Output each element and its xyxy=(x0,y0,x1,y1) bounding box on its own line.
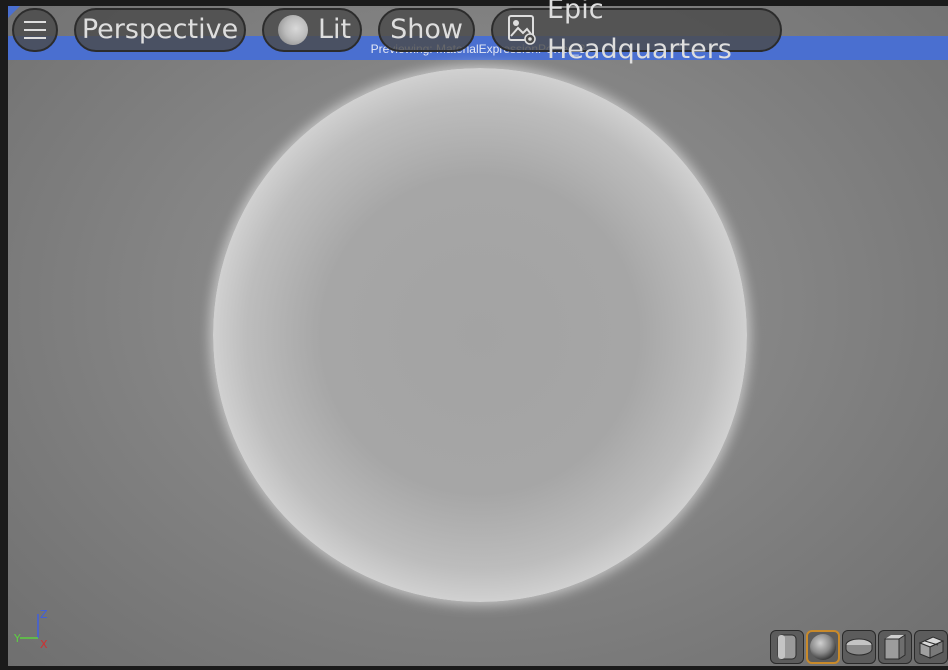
material-preview-viewport[interactable]: Previewing: MaterialExpressionPower_3 Z … xyxy=(8,6,948,666)
y-axis-label: Y xyxy=(13,632,21,645)
preview-sphere-mesh xyxy=(213,68,747,602)
lighting-mode-button[interactable]: Lit xyxy=(262,8,362,52)
cube-icon xyxy=(884,634,906,660)
teapot-mesh-icon xyxy=(918,636,945,659)
plane-icon xyxy=(845,638,873,656)
view-mode-label: Perspective xyxy=(81,14,239,45)
sphere-icon xyxy=(810,634,836,660)
scene-settings-icon xyxy=(507,14,537,46)
mesh-preview-button[interactable] xyxy=(914,630,948,664)
viewport-options-menu-button[interactable] xyxy=(12,8,58,52)
cylinder-icon xyxy=(777,634,797,660)
show-flags-label: Show xyxy=(390,14,463,45)
z-axis-label: Z xyxy=(40,608,48,621)
sphere-preview-button[interactable] xyxy=(806,630,840,664)
x-axis-label: X xyxy=(40,638,48,650)
cylinder-preview-button[interactable] xyxy=(770,630,804,664)
preview-scene-button[interactable]: Epic Headquarters xyxy=(491,0,782,65)
plane-preview-button[interactable] xyxy=(842,630,876,664)
lighting-mode-label: Lit xyxy=(318,14,352,45)
cube-preview-button[interactable] xyxy=(878,630,912,664)
view-mode-button[interactable]: Perspective xyxy=(74,8,246,52)
show-flags-button[interactable]: Show xyxy=(378,8,475,52)
preview-scene-label: Epic Headquarters xyxy=(547,0,732,65)
axis-gizmo: Z Y X xyxy=(13,608,48,650)
preview-shape-toolbar xyxy=(770,630,948,664)
lit-sphere-icon xyxy=(278,15,308,45)
hamburger-menu-icon xyxy=(24,21,46,39)
